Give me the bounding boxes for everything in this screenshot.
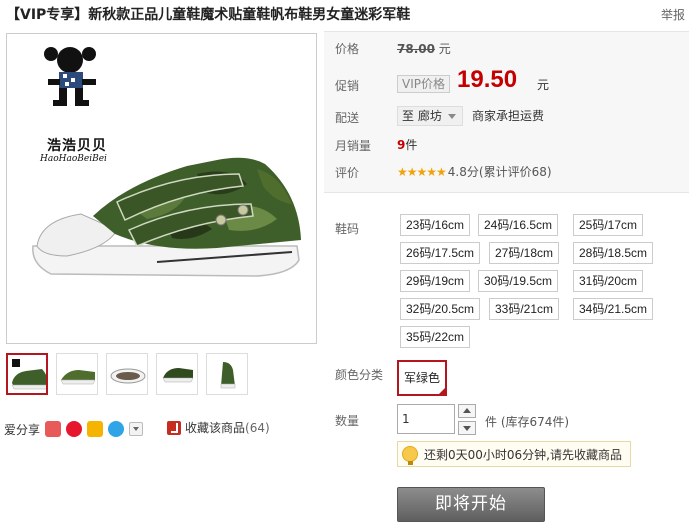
color-label: 颜色分类: [335, 368, 384, 382]
brand-name: 浩浩贝贝: [47, 138, 107, 154]
thumbnail-1[interactable]: [6, 353, 48, 395]
share-label: 爱分享: [4, 422, 41, 437]
quantity-input[interactable]: 1: [397, 404, 455, 434]
lightbulb-icon: [402, 446, 418, 465]
rating-stars-icon: ★★★★★: [397, 164, 447, 179]
brand-logo: [44, 47, 96, 106]
favorite-icon: [167, 420, 181, 435]
original-price-unit: 元: [438, 42, 451, 56]
favorite-count: (64): [245, 420, 270, 435]
favorite-label: 收藏该商品: [185, 421, 246, 435]
size-option[interactable]: 23码/16cm: [400, 214, 471, 236]
brand-subtitle: HaoHaoBeiBei: [40, 154, 107, 164]
size-option[interactable]: 33码/21cm: [489, 298, 560, 320]
quantity-label: 数量: [335, 414, 360, 428]
monthly-sales-unit: 件: [405, 138, 418, 152]
size-option[interactable]: 27码/18cm: [489, 242, 560, 264]
quantity-increase-icon[interactable]: [458, 404, 476, 418]
quantity-decrease-icon[interactable]: [458, 421, 476, 435]
promo-label: 促销: [335, 79, 360, 93]
size-label: 鞋码: [335, 222, 360, 236]
favorite-button[interactable]: 收藏该商品 (64): [167, 419, 270, 436]
share-tencent-weibo-icon[interactable]: [108, 421, 125, 437]
delivery-label: 配送: [335, 111, 360, 125]
shoe-illustration: [32, 47, 301, 277]
coming-soon-button[interactable]: 即将开始: [397, 487, 545, 522]
rating-text: 4.8分(累计评价68): [447, 165, 552, 179]
size-option[interactable]: 30码/19.5cm: [478, 270, 559, 292]
share-qzone-icon[interactable]: [87, 421, 104, 437]
price-label: 价格: [335, 42, 360, 56]
countdown-notice: 还剩0天00小时06分钟,请先收藏商品: [397, 441, 631, 467]
thumbnail-2[interactable]: [56, 353, 98, 395]
size-option[interactable]: 32码/20.5cm: [400, 298, 481, 320]
report-link[interactable]: 举报: [661, 6, 685, 23]
countdown-text: 还剩0天00小时06分钟,请先收藏商品: [424, 447, 622, 462]
original-price-value: 78.00: [397, 42, 435, 56]
size-option[interactable]: 26码/17.5cm: [400, 242, 481, 264]
sale-price: 19.50: [457, 66, 518, 93]
size-option[interactable]: 35码/22cm: [400, 326, 471, 348]
sale-price-unit: 元: [537, 78, 550, 92]
size-option[interactable]: 29码/19cm: [400, 270, 471, 292]
main-product-image: 浩浩贝贝 HaoHaoBeiBei: [6, 33, 317, 344]
share-more-dropdown-icon[interactable]: [129, 422, 144, 436]
original-price: 78.00 元: [397, 40, 451, 57]
share-renren-icon[interactable]: [45, 421, 62, 437]
size-option[interactable]: 31码/20cm: [573, 270, 644, 292]
share-weibo-icon[interactable]: [66, 421, 83, 437]
size-option[interactable]: 34码/21.5cm: [573, 298, 654, 320]
color-option-selected[interactable]: 军绿色: [397, 360, 447, 396]
monthly-sales-label: 月销量: [335, 139, 372, 153]
thumbnail-4[interactable]: [156, 353, 198, 395]
size-option[interactable]: 25码/17cm: [573, 214, 644, 236]
shipping-note: 商家承担运费: [472, 109, 545, 123]
size-option[interactable]: 24码/16.5cm: [478, 214, 559, 236]
monthly-sales: 9件: [397, 136, 417, 153]
vip-price-tag: VIP价格: [397, 75, 450, 93]
rating[interactable]: ★★★★★ 4.8分(累计评价68): [397, 163, 552, 180]
thumbnail-5[interactable]: [206, 353, 248, 395]
delivery-location-select[interactable]: 至 廊坊: [397, 106, 463, 126]
share-bar: 爱分享: [4, 419, 144, 439]
product-title: 【VIP专享】新秋款正品儿童鞋魔术贴童鞋帆布鞋男女童迷彩军鞋: [6, 7, 411, 23]
thumbnail-3[interactable]: [106, 353, 148, 395]
stock-text: 件 (库存674件): [485, 415, 570, 429]
rating-label: 评价: [335, 166, 360, 180]
size-option[interactable]: 28码/18.5cm: [573, 242, 654, 264]
